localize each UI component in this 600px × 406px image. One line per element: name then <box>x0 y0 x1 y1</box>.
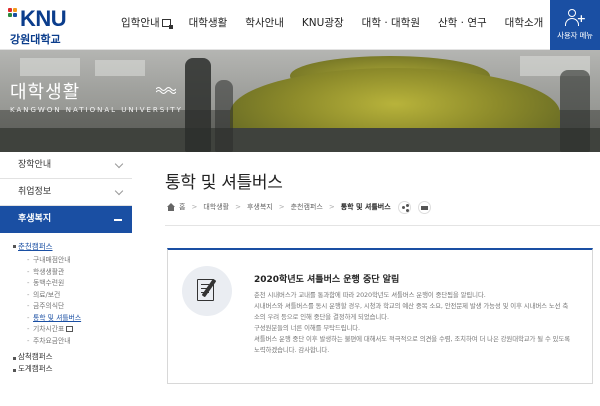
sidebar-item-jobs[interactable]: 취업정보 <box>0 179 132 206</box>
notice-line: 소의 우려 등으로 인해 중단을 결정하게 되었습니다. <box>254 313 389 321</box>
breadcrumb-campus-life[interactable]: 대학생활 <box>203 202 229 212</box>
sidebar-sub-item-train[interactable]: 기차시간표 <box>0 324 132 336</box>
sidebar-sub-item-shuttle[interactable]: 통학 및 셔틀버스 <box>0 313 132 325</box>
gnb-label: 입학안내 <box>121 17 160 29</box>
notice-line: 노력하겠습니다. 감사합니다. <box>254 346 330 354</box>
breadcrumb-separator: > <box>328 203 335 211</box>
breadcrumb-home[interactable]: 홈 <box>179 202 185 212</box>
sub-item-label: 통학 및 셔틀버스 <box>33 313 82 322</box>
sub-item-label: 의료/보건 <box>33 290 61 299</box>
banner-ground <box>0 128 600 152</box>
sidebar-sub-samcheok[interactable]: 삼척캠퍼스 <box>0 351 132 363</box>
gnb-academics[interactable]: 학사안내 <box>236 0 293 50</box>
chevron-down-icon <box>114 159 124 169</box>
notice-line: 시내버스와 셔틀버스를 동시 운행할 경우, 시청과 학교의 예산 중복 소요,… <box>254 302 569 310</box>
sidebar-sub-dogye[interactable]: 도계캠퍼스 <box>0 363 132 375</box>
gnb-about[interactable]: 대학소개 <box>496 0 553 50</box>
breadcrumb-current: 통학 및 셔틀버스 <box>340 203 391 211</box>
user-add-icon: + <box>564 9 586 27</box>
notice-body: 춘천 시내버스가 교내를 통과함에 따라 2020학년도 셔틀버스 운행이 중단… <box>254 290 584 356</box>
logo-mark-icon <box>8 8 18 28</box>
gnb-campus-life[interactable]: 대학생활 <box>180 0 237 50</box>
sidebar-item-welfare[interactable]: 후생복지 <box>0 206 132 233</box>
home-icon[interactable] <box>167 203 175 211</box>
sidebar-sub-item[interactable]: 금주의식단 <box>0 301 132 313</box>
logo-subtitle: 강원대학교 <box>10 33 61 46</box>
banner-window <box>95 60 145 76</box>
gnb-knu-square[interactable]: KNU광장 <box>293 0 353 50</box>
logo-text: KNU <box>20 6 67 31</box>
external-link-icon <box>66 326 74 332</box>
hero-banner <box>0 50 600 152</box>
sub-item-label: 금주의식단 <box>33 302 65 310</box>
sidebar: 장학안내 취업정보 후생복지 춘천캠퍼스 구내매점안내 학생생활관 동백수련원 … <box>0 152 132 406</box>
breadcrumb-welfare[interactable]: 후생복지 <box>247 202 273 212</box>
gnb-label: 대학 · 대학원 <box>361 17 420 29</box>
print-icon[interactable] <box>417 200 431 214</box>
sidebar-sub-item[interactable]: 구내매점안내 <box>0 255 132 267</box>
notice-line: 셔틀버스 운행 중단 이후 발생하는 불편에 대해서도 적극적으로 의견을 수렴… <box>254 335 571 343</box>
breadcrumb-separator: > <box>191 203 198 211</box>
gnb-colleges[interactable]: 대학 · 대학원 <box>353 0 429 50</box>
banner-person <box>185 58 211 152</box>
sidebar-item-label: 취업정보 <box>18 187 52 197</box>
external-link-icon <box>161 19 173 29</box>
user-menu-label: 사용자 메뉴 <box>557 31 593 40</box>
document-edit-icon <box>182 266 232 316</box>
notice-line: 구성원분들의 너른 이해를 부탁드립니다. <box>254 324 360 332</box>
sub-item-label: 학생생활관 <box>33 267 65 276</box>
gnb-label: KNU광장 <box>301 17 344 29</box>
sub-item-label: 주차요금안내 <box>33 336 71 345</box>
sidebar-sub-item[interactable]: 동백수련원 <box>0 278 132 290</box>
gnb-label: 대학소개 <box>504 17 544 29</box>
sidebar-sub-list: 구내매점안내 학생생활관 동백수련원 의료/보건 금주의식단 통학 및 셔틀버스… <box>0 255 132 347</box>
sidebar-subgroup: 춘천캠퍼스 구내매점안내 학생생활관 동백수련원 의료/보건 금주의식단 통학 … <box>0 233 132 377</box>
sidebar-sub-chuncheon[interactable]: 춘천캠퍼스 <box>0 239 132 254</box>
gnb-label: 산학 · 연구 <box>438 17 487 29</box>
notice-title: 2020학년도 셔틀버스 운행 중단 알림 <box>254 275 400 285</box>
banner-person <box>215 80 233 152</box>
sidebar-sub-item[interactable]: 의료/보건 <box>0 290 132 302</box>
notice-line: 춘천 시내버스가 교내를 통과함에 따라 2020학년도 셔틀버스 운행이 중단… <box>254 291 486 299</box>
breadcrumb-separator: > <box>278 203 285 211</box>
banner-window <box>20 58 80 76</box>
banner-title: 대학생활 <box>10 82 81 103</box>
site-logo[interactable]: KNU 강원대학교 <box>8 6 78 46</box>
user-menu-button[interactable]: + 사용자 메뉴 <box>550 0 600 50</box>
sidebar-item-scholarship[interactable]: 장학안내 <box>0 152 132 179</box>
banner-subtitle: KANGWON NATIONAL UNIVERSITY <box>10 106 183 114</box>
sidebar-item-label: 후생복지 <box>18 214 52 224</box>
chevron-down-icon <box>114 186 124 196</box>
sidebar-item-label: 장학안내 <box>18 160 52 170</box>
page-title: 통학 및 셔틀버스 <box>165 173 283 193</box>
share-icon[interactable] <box>397 200 411 214</box>
global-nav: 입학안내 대학생활 학사안내 KNU광장 대학 · 대학원 산학 · 연구 대학… <box>112 0 552 50</box>
divider <box>165 225 600 226</box>
sub-item-label: 기차시간표 <box>33 325 65 333</box>
sub-item-label: 동백수련원 <box>33 279 65 287</box>
sidebar-sub-item[interactable]: 학생생활관 <box>0 267 132 279</box>
main-content: 통학 및 셔틀버스 홈 > 대학생활 > 후생복지 > 춘천캠퍼스 > 통학 및… <box>165 152 600 406</box>
site-header: KNU 강원대학교 입학안내 대학생활 학사안내 KNU광장 대학 · 대학원 … <box>0 0 600 50</box>
gnb-label: 대학생활 <box>188 17 228 29</box>
collapse-icon <box>114 219 122 221</box>
sub-item-label: 구내매점안내 <box>33 256 71 264</box>
notice-box: 2020학년도 셔틀버스 운행 중단 알림 춘천 시내버스가 교내를 통과함에 … <box>167 248 593 384</box>
banner-person <box>560 70 590 152</box>
gnb-admission[interactable]: 입학안내 <box>112 0 180 50</box>
breadcrumb-chuncheon[interactable]: 춘천캠퍼스 <box>291 202 323 212</box>
sidebar-sub-item[interactable]: 주차요금안내 <box>0 336 132 348</box>
breadcrumb: 홈 > 대학생활 > 후생복지 > 춘천캠퍼스 > 통학 및 셔틀버스 <box>167 200 431 214</box>
breadcrumb-separator: > <box>235 203 241 211</box>
gnb-label: 학사안내 <box>245 17 284 29</box>
gnb-research[interactable]: 산학 · 연구 <box>429 0 496 50</box>
wave-icon <box>156 87 176 94</box>
